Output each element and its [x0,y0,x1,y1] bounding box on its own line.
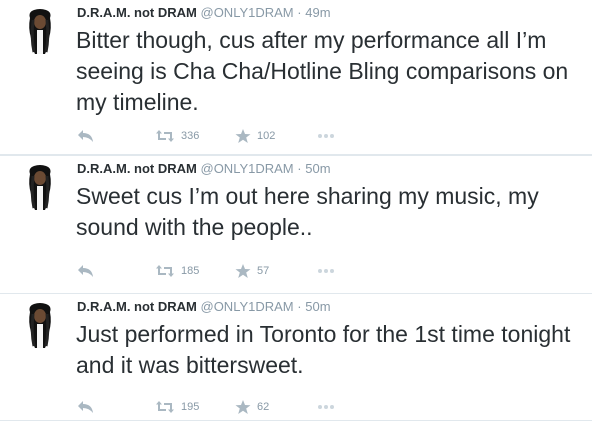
separator: · [297,5,302,20]
more-button[interactable] [317,125,335,147]
tweet-text: Just performed in Toronto for the 1st ti… [76,321,571,378]
tweet[interactable]: D.R.A.M. not DRAM @ONLY1DRAM · 50m Just … [0,294,592,421]
timestamp[interactable]: 50m [305,161,330,176]
more-dots-icon [317,133,335,139]
retweet-icon [155,264,175,278]
retweet-count: 185 [181,265,200,277]
timeline: D.R.A.M. not DRAM @ONLY1DRAM · 49m Bitte… [0,0,592,421]
user-handle[interactable]: @ONLY1DRAM [201,299,294,314]
display-name[interactable]: D.R.A.M. not DRAM [77,5,197,20]
more-dots-icon [317,268,335,274]
reply-button[interactable] [77,125,95,147]
more-button[interactable] [317,260,335,282]
reply-icon [77,264,95,278]
favorite-count: 102 [257,130,276,142]
tweet-actions: 195 62 [77,396,377,418]
avatar[interactable] [22,164,58,210]
tweet-header: D.R.A.M. not DRAM @ONLY1DRAM · 50m [77,161,331,177]
favorite-count: 57 [257,265,270,277]
retweet-icon [155,129,175,143]
tweet-actions: 336 102 [77,125,377,147]
reply-icon [77,400,95,414]
separator: · [297,299,302,314]
timestamp[interactable]: 49m [305,5,330,20]
retweet-count: 336 [181,130,200,142]
more-dots-icon [317,404,335,410]
separator: · [297,161,302,176]
user-handle[interactable]: @ONLY1DRAM [201,5,294,20]
retweet-count: 195 [181,401,200,413]
reply-button[interactable] [77,260,95,282]
favorite-button[interactable]: 57 [235,260,269,282]
tweet-text: Sweet cus I’m out here sharing my music,… [76,183,539,240]
reply-button[interactable] [77,396,95,418]
tweet-header: D.R.A.M. not DRAM @ONLY1DRAM · 50m [77,299,331,315]
retweet-button[interactable]: 195 [155,396,199,418]
more-button[interactable] [317,396,335,418]
tweet[interactable]: D.R.A.M. not DRAM @ONLY1DRAM · 50m Sweet… [0,156,592,293]
favorite-button[interactable]: 102 [235,125,275,147]
tweet[interactable]: D.R.A.M. not DRAM @ONLY1DRAM · 49m Bitte… [0,0,592,155]
display-name[interactable]: D.R.A.M. not DRAM [77,161,197,176]
display-name[interactable]: D.R.A.M. not DRAM [77,299,197,314]
tweet-header: D.R.A.M. not DRAM @ONLY1DRAM · 49m [77,5,331,21]
retweet-icon [155,400,175,414]
favorite-button[interactable]: 62 [235,396,269,418]
retweet-button[interactable]: 336 [155,125,199,147]
favorite-count: 62 [257,401,270,413]
tweet-text: Bitter though, cus after my performance … [76,27,569,115]
retweet-button[interactable]: 185 [155,260,199,282]
avatar[interactable] [22,8,58,54]
star-icon [235,399,251,415]
user-handle[interactable]: @ONLY1DRAM [201,161,294,176]
star-icon [235,263,251,279]
timestamp[interactable]: 50m [305,299,330,314]
star-icon [235,128,251,144]
avatar[interactable] [22,302,58,348]
tweet-actions: 185 57 [77,260,377,282]
reply-icon [77,129,95,143]
